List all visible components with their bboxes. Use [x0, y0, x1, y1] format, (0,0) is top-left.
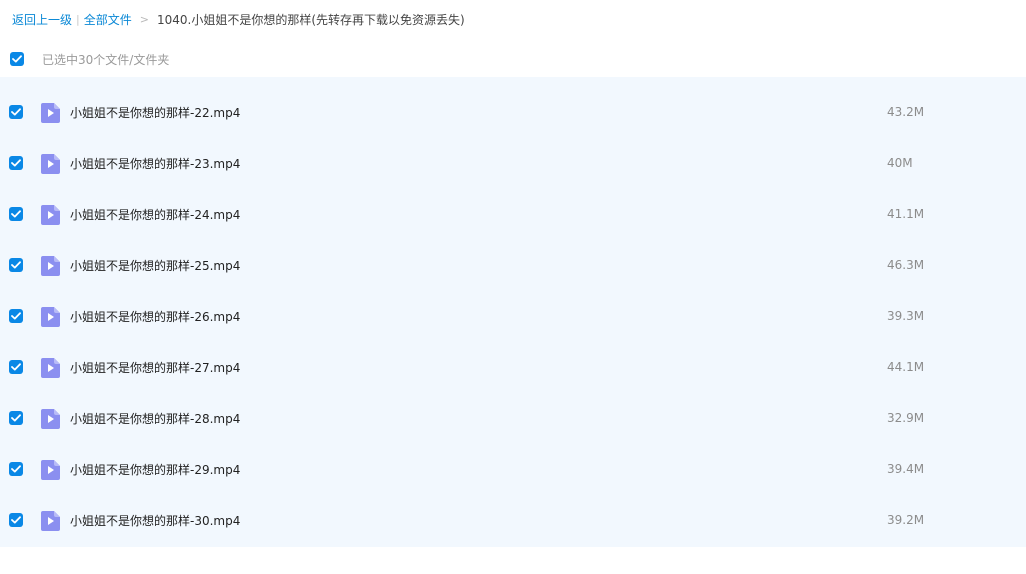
file-checkbox[interactable]: [9, 309, 23, 323]
checkmark-icon: [11, 363, 21, 371]
file-name[interactable]: 小姐姐不是你想的那样-24.mp4: [70, 208, 240, 222]
selection-count-text: 已选中30个文件/文件夹: [42, 52, 170, 67]
file-name[interactable]: 小姐姐不是你想的那样-28.mp4: [70, 412, 240, 426]
file-size: 32.9M: [887, 411, 925, 425]
video-file-icon: [41, 154, 60, 174]
checkmark-icon: [11, 414, 21, 422]
file-size: 43.2M: [887, 105, 925, 119]
file-size: 39.4M: [887, 462, 925, 476]
file-size: 39.3M: [887, 309, 925, 323]
checkmark-icon: [11, 312, 21, 320]
file-row[interactable]: 小姐姐不是你想的那样-28.mp4 32.9M: [0, 383, 1026, 434]
video-file-icon: [41, 358, 60, 378]
file-name[interactable]: 小姐姐不是你想的那样-26.mp4: [70, 310, 240, 324]
video-file-icon: [41, 205, 60, 225]
video-file-icon: [41, 460, 60, 480]
file-row[interactable]: 小姐姐不是你想的那样-25.mp4 46.3M: [0, 230, 1026, 281]
file-checkbox[interactable]: [9, 462, 23, 476]
file-checkbox[interactable]: [9, 258, 23, 272]
file-checkbox[interactable]: [9, 156, 23, 170]
file-row[interactable]: 小姐姐不是你想的那样-24.mp4 41.1M: [0, 179, 1026, 230]
video-file-icon: [41, 409, 60, 429]
file-row[interactable]: 小姐姐不是你想的那样-23.mp4 40M: [0, 128, 1026, 179]
file-name[interactable]: 小姐姐不是你想的那样-30.mp4: [70, 514, 240, 528]
checkmark-icon: [11, 261, 21, 269]
file-row[interactable]: 小姐姐不是你想的那样-27.mp4 44.1M: [0, 332, 1026, 383]
file-row[interactable]: 小姐姐不是你想的那样-30.mp4 39.2M: [0, 485, 1026, 536]
file-size: 46.3M: [887, 258, 925, 272]
current-folder-name: 1040.小姐姐不是你想的那样(先转存再下载以免资源丢失): [156, 12, 465, 27]
file-name[interactable]: 小姐姐不是你想的那样-22.mp4: [70, 106, 240, 120]
file-name[interactable]: 小姐姐不是你想的那样-29.mp4: [70, 463, 240, 477]
checkmark-icon: [11, 159, 21, 167]
back-link[interactable]: 返回上一级: [12, 11, 72, 28]
file-checkbox[interactable]: [9, 513, 23, 527]
file-size: 39.2M: [887, 513, 925, 527]
file-list: 小姐姐不是你想的那样-22.mp4 43.2M 小姐姐不是你想的那样-23.mp…: [0, 77, 1026, 547]
chevron-right-icon: >: [139, 12, 149, 26]
file-size: 41.1M: [887, 207, 925, 221]
video-file-icon: [41, 307, 60, 327]
select-all-checkbox[interactable]: [10, 52, 24, 66]
file-checkbox[interactable]: [9, 360, 23, 374]
all-files-link[interactable]: 全部文件: [84, 11, 132, 28]
file-name[interactable]: 小姐姐不是你想的那样-25.mp4: [70, 259, 240, 273]
checkmark-icon: [11, 108, 21, 116]
file-checkbox[interactable]: [9, 207, 23, 221]
file-size: 44.1M: [887, 360, 925, 374]
checkmark-icon: [12, 55, 22, 63]
video-file-icon: [41, 256, 60, 276]
file-checkbox[interactable]: [9, 105, 23, 119]
file-name[interactable]: 小姐姐不是你想的那样-27.mp4: [70, 361, 240, 375]
checkmark-icon: [11, 210, 21, 218]
checkmark-icon: [11, 465, 21, 473]
file-name[interactable]: 小姐姐不是你想的那样-23.mp4: [70, 157, 240, 171]
file-size: 40M: [887, 156, 913, 170]
breadcrumb-divider: |: [76, 12, 80, 26]
breadcrumb: 返回上一级 | 全部文件 > 1040.小姐姐不是你想的那样(先转存再下载以免资…: [12, 9, 465, 29]
file-browser-page: 返回上一级 | 全部文件 > 1040.小姐姐不是你想的那样(先转存再下载以免资…: [0, 0, 1026, 574]
file-row[interactable]: 小姐姐不是你想的那样-26.mp4 39.3M: [0, 281, 1026, 332]
video-file-icon: [41, 511, 60, 531]
file-row[interactable]: 小姐姐不是你想的那样-22.mp4 43.2M: [0, 77, 1026, 128]
video-file-icon: [41, 103, 60, 123]
file-checkbox[interactable]: [9, 411, 23, 425]
checkmark-icon: [11, 516, 21, 524]
file-row[interactable]: 小姐姐不是你想的那样-29.mp4 39.4M: [0, 434, 1026, 485]
selection-bar: 已选中30个文件/文件夹: [0, 48, 1026, 70]
